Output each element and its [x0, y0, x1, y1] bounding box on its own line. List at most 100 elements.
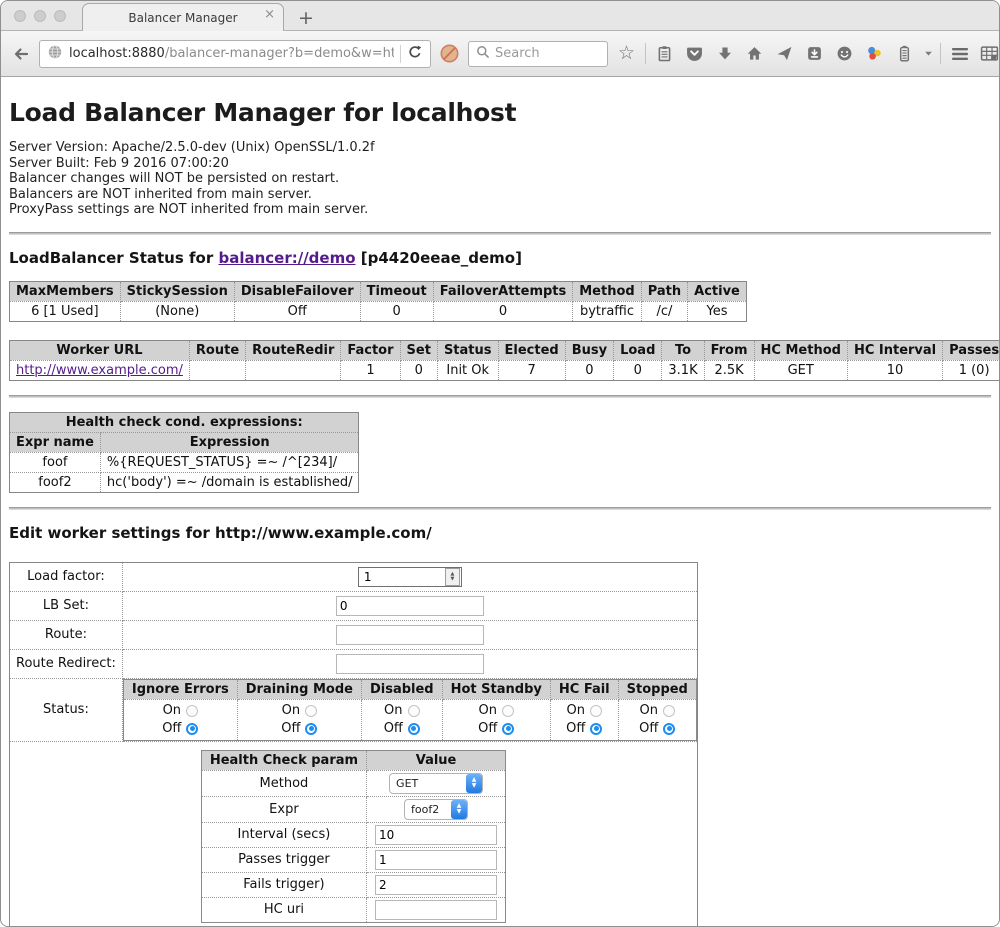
zoom-window-button[interactable] — [54, 10, 66, 22]
radio-off[interactable] — [502, 723, 514, 735]
table-cell: Yes — [688, 301, 747, 321]
expr-select[interactable]: foof2▲▼ — [404, 799, 468, 820]
table-header-cell: HC Method — [754, 340, 847, 360]
new-tab-button[interactable]: + — [298, 9, 314, 28]
back-icon[interactable] — [9, 42, 32, 66]
page-title: Load Balancer Manager for localhost — [9, 98, 991, 127]
table-header-cell: Set — [400, 340, 437, 360]
url-text[interactable]: localhost:8880/balancer-manager?b=demo&w… — [69, 46, 394, 61]
table-header-cell: Timeout — [360, 281, 433, 301]
param-label: Method — [201, 770, 366, 796]
radio-group-disabled: On Off — [361, 699, 442, 740]
colors-icon[interactable] — [863, 42, 886, 66]
table-row: Interval (secs) — [201, 822, 505, 847]
param-label: Passes trigger — [201, 847, 366, 872]
table-cell: 6 [1 Used] — [10, 301, 121, 321]
worker-status-table: Worker URL Route RouteRedir Factor Set S… — [9, 340, 1000, 381]
field-cell: ▲▼ — [122, 562, 697, 591]
status-label: Status: — [10, 678, 123, 741]
field-label: LB Set: — [10, 591, 123, 620]
load-factor-input[interactable] — [362, 569, 445, 585]
table-cell: bytraffic — [573, 301, 641, 321]
grid-icon[interactable] — [978, 42, 1000, 66]
load-factor-stepper[interactable]: ▲▼ — [358, 567, 462, 587]
table-cell: (None) — [120, 301, 234, 321]
form-row: LB Set: — [10, 591, 698, 620]
route-redirect-input[interactable] — [336, 654, 484, 674]
url-host: localhost:8880 — [69, 46, 165, 61]
horizontal-rule — [9, 507, 991, 510]
table-cell: 0 — [360, 301, 433, 321]
radio-group-hc-fail: On Off — [550, 699, 618, 740]
field-label: Route Redirect: — [10, 649, 123, 678]
tab-close-icon[interactable]: × — [264, 8, 275, 21]
table-row: On Off On Off On Off — [123, 699, 696, 740]
table-header-cell: Hot Standby — [442, 679, 550, 699]
worker-url-link[interactable]: http://www.example.com/ — [16, 363, 183, 378]
heading-text: LoadBalancer Status for — [9, 249, 218, 267]
menu-icon[interactable] — [948, 42, 971, 66]
table-header-cell: Passes — [943, 340, 1000, 360]
home-icon[interactable] — [743, 42, 766, 66]
field-label: Route: — [10, 620, 123, 649]
table-cell: Off — [234, 301, 360, 321]
radio-label: Off — [384, 721, 403, 736]
block-icon[interactable] — [438, 42, 461, 66]
radio-on[interactable] — [502, 705, 514, 717]
balancer-settings-table: MaxMembers StickySession DisableFailover… — [9, 281, 747, 322]
passes-input[interactable] — [375, 850, 497, 870]
table-cell: 3.1K — [662, 360, 704, 380]
param-value — [367, 897, 506, 922]
save-icon[interactable] — [803, 42, 826, 66]
clipboard-icon[interactable] — [653, 42, 676, 66]
radio-off[interactable] — [408, 723, 420, 735]
radio-off[interactable] — [305, 723, 317, 735]
method-select[interactable]: GET▲▼ — [389, 773, 483, 794]
field-cell — [122, 649, 697, 678]
radio-on[interactable] — [408, 705, 420, 717]
table-header-cell: Expr name — [10, 432, 101, 452]
tab-balancer-manager[interactable]: Balancer Manager × — [82, 3, 284, 31]
tab-bar: Balancer Manager × + — [1, 1, 999, 31]
search-input[interactable]: Search — [468, 41, 608, 67]
table-row: foof %{REQUEST_STATUS} =~ /^[234]/ — [10, 452, 359, 472]
table-cell: foof — [10, 452, 101, 472]
window-controls — [1, 1, 66, 31]
table-cell: 0 — [565, 360, 613, 380]
radio-on[interactable] — [663, 705, 675, 717]
spinner-icon[interactable]: ▲▼ — [445, 568, 460, 586]
fails-input[interactable] — [375, 875, 497, 895]
param-value — [367, 847, 506, 872]
pocket-icon[interactable] — [683, 42, 706, 66]
interval-input[interactable] — [375, 825, 497, 845]
radio-label: On — [567, 703, 585, 718]
chat-icon[interactable] — [833, 42, 856, 66]
radio-off[interactable] — [186, 723, 198, 735]
lb-set-input[interactable] — [336, 596, 484, 616]
radio-off[interactable] — [590, 723, 602, 735]
url-bar[interactable]: localhost:8880/balancer-manager?b=demo&w… — [39, 40, 431, 68]
radio-group-stopped: On Off — [618, 699, 696, 740]
hc-uri-input[interactable] — [375, 900, 497, 920]
reload-icon[interactable] — [407, 44, 423, 64]
radio-on[interactable] — [305, 705, 317, 717]
table-header-cell: Route — [189, 340, 245, 360]
radio-off[interactable] — [663, 723, 675, 735]
select-arrows-icon: ▲▼ — [451, 800, 467, 819]
radio-on[interactable] — [186, 705, 198, 717]
toolbar-separator — [645, 43, 646, 64]
route-input[interactable] — [336, 625, 484, 645]
battery-icon[interactable] — [893, 42, 916, 66]
send-icon[interactable] — [773, 42, 796, 66]
minimize-window-button[interactable] — [34, 10, 46, 22]
close-window-button[interactable] — [14, 10, 26, 22]
caret-down-icon[interactable] — [923, 42, 933, 66]
browser-window: Balancer Manager × + localhost:8880/bala… — [0, 0, 1000, 927]
table-header-cell: Value — [367, 750, 506, 770]
download-icon[interactable] — [713, 42, 736, 66]
star-icon[interactable]: ☆ — [615, 42, 638, 66]
table-cell: 7 — [498, 360, 565, 380]
radio-on[interactable] — [590, 705, 602, 717]
radio-label: Off — [478, 721, 497, 736]
balancer-link[interactable]: balancer://demo — [218, 249, 355, 267]
